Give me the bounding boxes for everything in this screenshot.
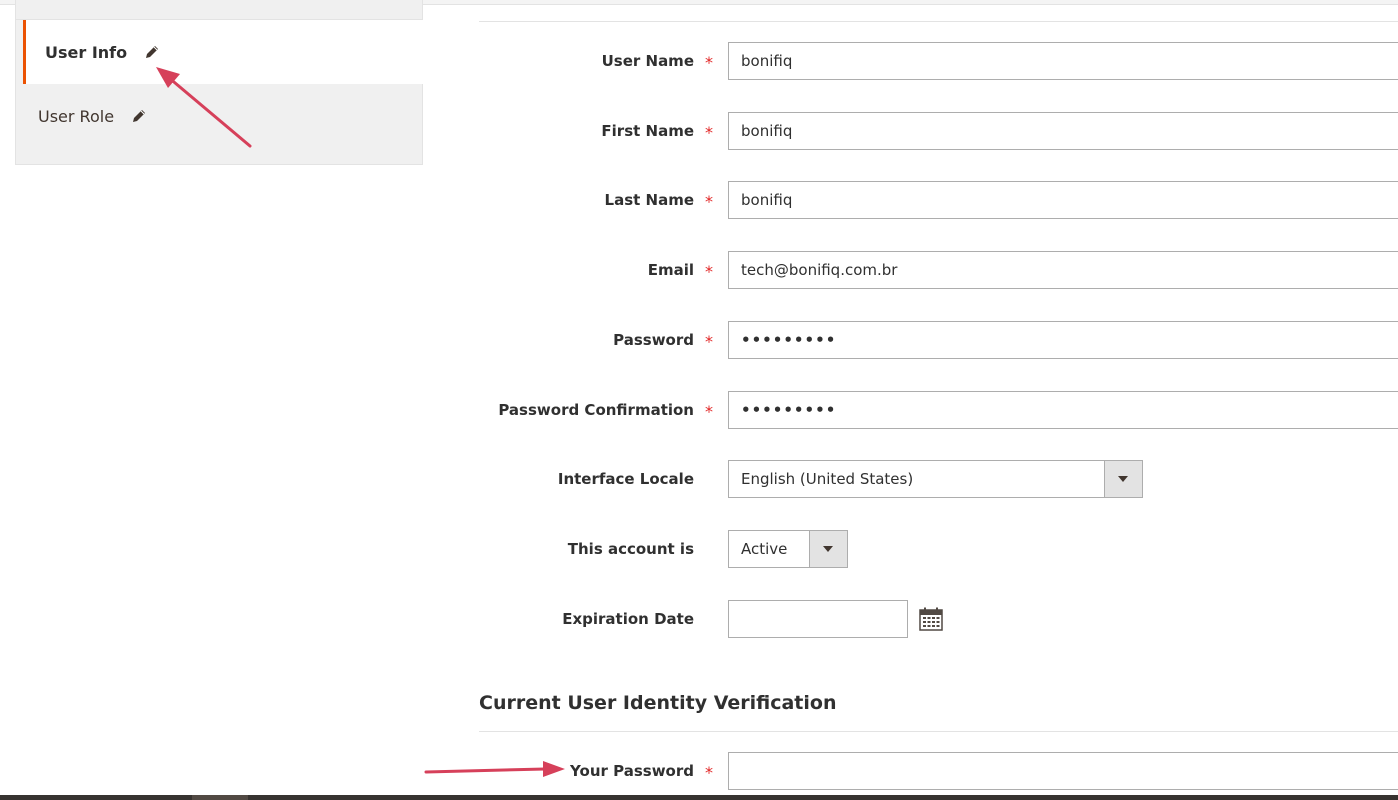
account-status-label: This account is xyxy=(567,540,694,558)
interface-locale-value: English (United States) xyxy=(741,470,914,488)
last-name-label: Last Name xyxy=(604,191,694,209)
expiration-date-label: Expiration Date xyxy=(562,610,694,628)
interface-locale-label: Interface Locale xyxy=(557,470,694,488)
required-mark: * xyxy=(705,192,713,211)
your-password-label: Your Password xyxy=(570,762,694,780)
password-input[interactable]: ••••••••• xyxy=(728,321,1398,359)
account-status-value: Active xyxy=(741,540,788,558)
expiration-date-input[interactable] xyxy=(728,600,908,638)
bottom-bar xyxy=(0,795,1398,800)
verification-heading: Current User Identity Verification xyxy=(479,692,837,714)
first-name-input[interactable]: bonifiq xyxy=(728,112,1398,150)
password-confirmation-label: Password Confirmation xyxy=(498,401,694,419)
password-confirmation-input[interactable]: ••••••••• xyxy=(728,391,1398,429)
required-mark: * xyxy=(705,402,713,421)
section-divider xyxy=(479,21,1398,22)
first-name-label: First Name xyxy=(601,122,694,140)
pencil-icon xyxy=(143,43,161,61)
password-row: Password * ••••••••• xyxy=(479,321,1398,359)
required-mark: * xyxy=(705,332,713,351)
tab-user-role[interactable]: User Role xyxy=(16,84,422,148)
tab-user-info-label: User Info xyxy=(45,42,128,62)
your-password-input[interactable] xyxy=(728,752,1398,790)
pencil-icon xyxy=(130,107,148,125)
tabs-header xyxy=(16,0,422,20)
calendar-icon[interactable] xyxy=(919,607,943,631)
required-mark: * xyxy=(705,262,713,281)
user-name-input[interactable]: bonifiq xyxy=(728,42,1398,80)
email-label: Email xyxy=(647,261,694,279)
required-mark: * xyxy=(705,53,713,72)
email-row: Email * tech@bonifiq.com.br xyxy=(479,251,1398,289)
user-name-label: User Name xyxy=(601,52,694,70)
required-mark: * xyxy=(705,123,713,142)
password-confirmation-row: Password Confirmation * ••••••••• xyxy=(479,391,1398,429)
last-name-input[interactable]: bonifiq xyxy=(728,181,1398,219)
account-status-row: This account is Active xyxy=(479,530,1398,568)
tab-user-role-label: User Role xyxy=(38,106,115,126)
required-mark: * xyxy=(705,763,713,782)
password-label: Password xyxy=(613,331,694,349)
first-name-row: First Name * bonifiq xyxy=(479,112,1398,150)
last-name-row: Last Name * bonifiq xyxy=(479,181,1398,219)
user-name-row: User Name * bonifiq xyxy=(479,42,1398,80)
chevron-down-icon[interactable] xyxy=(809,531,847,567)
chevron-down-icon[interactable] xyxy=(1104,461,1142,497)
verification-divider xyxy=(479,731,1398,732)
expiration-date-row: Expiration Date xyxy=(479,600,1398,638)
interface-locale-row: Interface Locale English (United States) xyxy=(479,460,1398,498)
account-status-select[interactable]: Active xyxy=(728,530,848,568)
tab-user-info[interactable]: User Info xyxy=(23,20,423,84)
email-input[interactable]: tech@bonifiq.com.br xyxy=(728,251,1398,289)
interface-locale-select[interactable]: English (United States) xyxy=(728,460,1143,498)
your-password-row: Your Password * xyxy=(479,752,1398,790)
user-tabs: User Info User Role xyxy=(15,0,423,165)
